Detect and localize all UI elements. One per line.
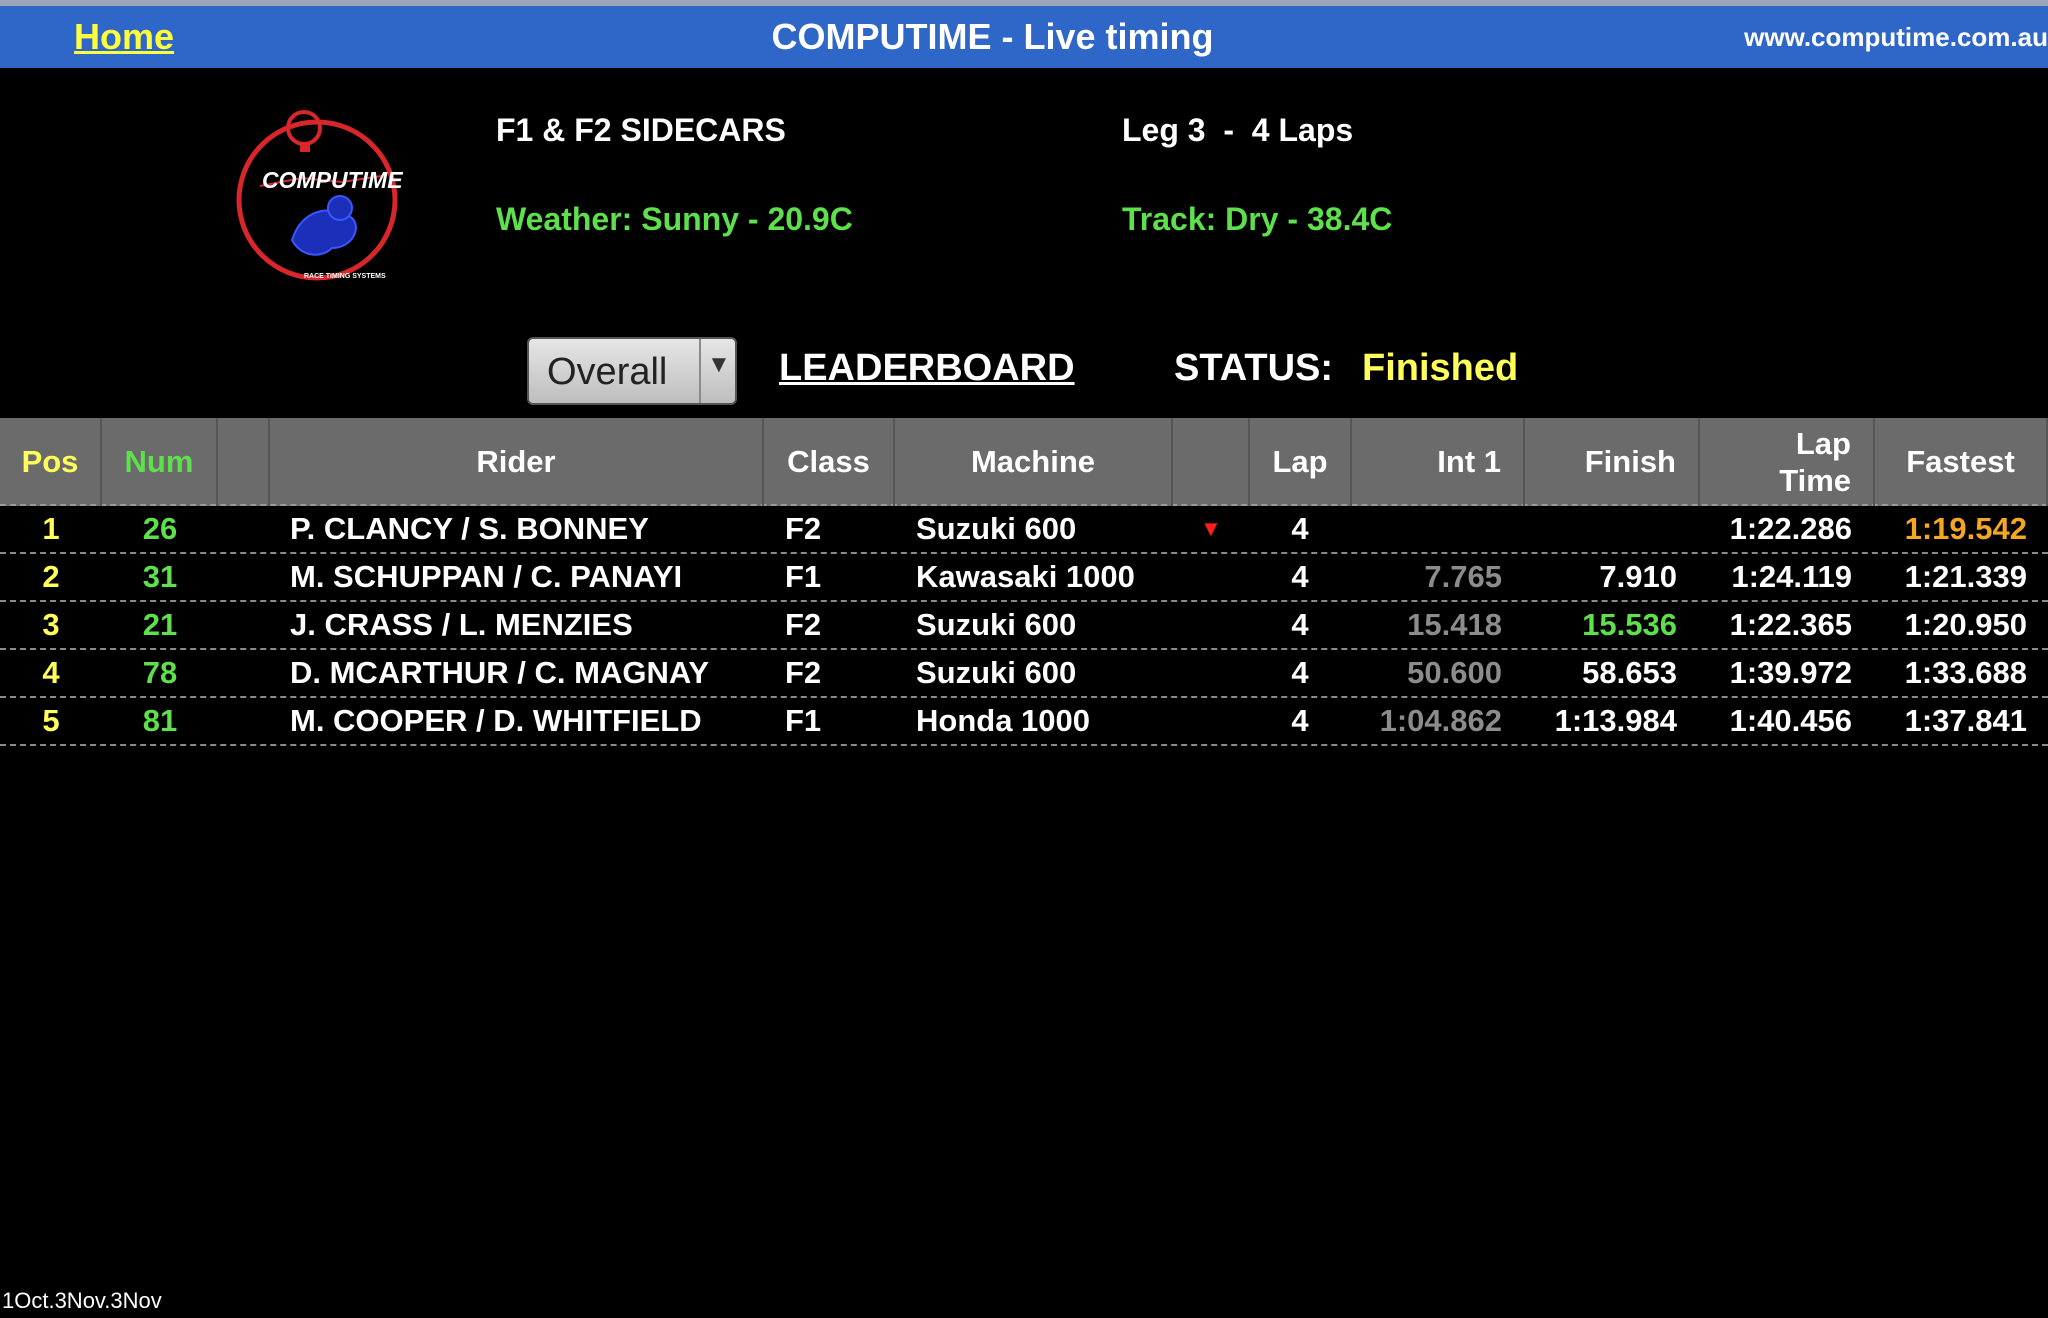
- col-pos: Pos: [0, 418, 102, 506]
- col-machine: Machine: [895, 418, 1173, 506]
- cell-rider: M. COOPER / D. WHITFIELD: [290, 703, 702, 738]
- cell-fastest: 1:21.339: [1904, 559, 2027, 594]
- select-divider: [699, 339, 701, 403]
- track-info: Track: Dry - 38.4C: [1122, 201, 1393, 237]
- status-label: STATUS:: [1174, 347, 1334, 389]
- footer-version: 1Oct.3Nov.3Nov: [2, 1288, 162, 1313]
- svg-text:RACE TIMING SYSTEMS: RACE TIMING SYSTEMS: [304, 273, 386, 280]
- col-rider: Rider: [270, 418, 764, 506]
- event-name: F1 & F2 SIDECARS: [496, 112, 786, 148]
- cell-rider: M. SCHUPPAN / C. PANAYI: [290, 559, 683, 594]
- cell-rider: D. MCARTHUR / C. MAGNAY: [290, 655, 710, 690]
- page-title: COMPUTIME - Live timing: [771, 16, 1214, 57]
- logo-subtext: RACE TIMING SYSTEMS: [304, 273, 386, 280]
- cell-int1: [1352, 506, 1502, 552]
- table-row: 5 81 M. COOPER / D. WHITFIELD F1 Honda 1…: [0, 698, 2048, 746]
- table-row: 2 31 M. SCHUPPAN / C. PANAYI F1 Kawasaki…: [0, 554, 2048, 602]
- table-header: Pos Num Rider Class Machine Lap Int 1 Fi…: [0, 418, 2048, 506]
- cell-num: 31: [142, 559, 178, 594]
- cell-num: 78: [142, 655, 178, 690]
- cell-machine: Suzuki 600: [916, 607, 1077, 642]
- cell-laptime: 1:24.119: [1731, 559, 1852, 594]
- weather-info: Weather: Sunny - 20.9C: [496, 201, 853, 237]
- cell-machine: Suzuki 600: [916, 511, 1077, 546]
- cell-finish: 15.536: [1582, 607, 1677, 642]
- cell-machine: Suzuki 600: [916, 655, 1077, 690]
- cell-laptime: 1:39.972: [1729, 655, 1852, 690]
- cell-finish: [1525, 506, 1677, 552]
- cell-lap: 4: [1291, 511, 1309, 546]
- cell-fastest: 1:37.841: [1904, 703, 2027, 738]
- table-row: 1 26 P. CLANCY / S. BONNEY F2 Suzuki 600…: [0, 506, 2048, 554]
- cell-pos: 3: [42, 607, 60, 642]
- col-finish: Finish: [1525, 418, 1700, 506]
- table-row: 3 21 J. CRASS / L. MENZIES F2 Suzuki 600…: [0, 602, 2048, 650]
- cell-machine: Kawasaki 1000: [916, 559, 1135, 594]
- position-down-icon: ▼: [1200, 516, 1222, 541]
- col-laptime: Lap Time: [1700, 418, 1875, 506]
- cell-num: 21: [142, 607, 178, 642]
- cell-int1: 7.765: [1424, 559, 1502, 594]
- cell-lap: 4: [1291, 703, 1309, 738]
- view-select-value: Overall: [547, 351, 668, 393]
- cell-lap: 4: [1291, 607, 1309, 642]
- leaderboard-link[interactable]: LEADERBOARD: [779, 347, 1075, 390]
- col-int1: Int 1: [1352, 418, 1525, 506]
- cell-machine: Honda 1000: [916, 703, 1091, 738]
- cell-class: F2: [785, 511, 822, 546]
- table-row: 4 78 D. MCARTHUR / C. MAGNAY F2 Suzuki 6…: [0, 650, 2048, 698]
- cell-laptime: 1:22.286: [1729, 511, 1852, 546]
- col-lap: Lap: [1250, 418, 1352, 506]
- cell-lap: 4: [1291, 559, 1309, 594]
- cell-class: F2: [785, 655, 822, 690]
- cell-int1: 15.418: [1407, 607, 1502, 642]
- chevron-down-icon: ▼: [707, 351, 731, 378]
- logo-wordmark: COMPUTIME: [262, 167, 403, 193]
- cell-fastest: 1:20.950: [1904, 607, 2027, 642]
- cell-num: 26: [142, 511, 178, 546]
- top-bar: Home COMPUTIME - Live timing www.computi…: [0, 0, 2048, 68]
- cell-num: 81: [142, 703, 178, 738]
- cell-laptime: 1:22.365: [1729, 607, 1852, 642]
- site-url: www.computime.com.au: [1744, 22, 2048, 52]
- cell-fastest: 1:33.688: [1904, 655, 2027, 690]
- view-select[interactable]: Overall ▼: [527, 337, 737, 405]
- cell-finish: 1:13.984: [1554, 703, 1677, 738]
- cell-class: F1: [785, 703, 822, 738]
- svg-text:COMPUTIME: COMPUTIME: [262, 167, 403, 193]
- cell-class: F2: [785, 607, 822, 642]
- cell-lap: 4: [1291, 655, 1309, 690]
- col-fastest: Fastest: [1875, 418, 2048, 506]
- cell-rider: P. CLANCY / S. BONNEY: [290, 511, 649, 546]
- col-num: Num: [102, 418, 218, 506]
- col-blank-2: [1173, 418, 1250, 506]
- col-blank-1: [218, 418, 270, 506]
- cell-finish: 7.910: [1599, 559, 1677, 594]
- cell-fastest: 1:19.542: [1904, 511, 2027, 546]
- cell-rider: J. CRASS / L. MENZIES: [290, 607, 633, 642]
- cell-finish: 58.653: [1582, 655, 1677, 690]
- computime-logo: COMPUTIME RACE TIMING SYSTEMS: [232, 108, 422, 294]
- cell-pos: 2: [42, 559, 60, 594]
- cell-pos: 1: [42, 511, 60, 546]
- leaderboard-table: Pos Num Rider Class Machine Lap Int 1 Fi…: [0, 418, 2048, 746]
- cell-class: F1: [785, 559, 822, 594]
- status-value: Finished: [1362, 347, 1519, 389]
- col-class: Class: [764, 418, 895, 506]
- cell-pos: 5: [42, 703, 60, 738]
- cell-int1: 1:04.862: [1379, 703, 1502, 738]
- cell-laptime: 1:40.456: [1729, 703, 1852, 738]
- cell-pos: 4: [42, 655, 60, 690]
- cell-int1: 50.600: [1407, 655, 1502, 690]
- leg-info: Leg 3 - 4 Laps: [1122, 112, 1354, 148]
